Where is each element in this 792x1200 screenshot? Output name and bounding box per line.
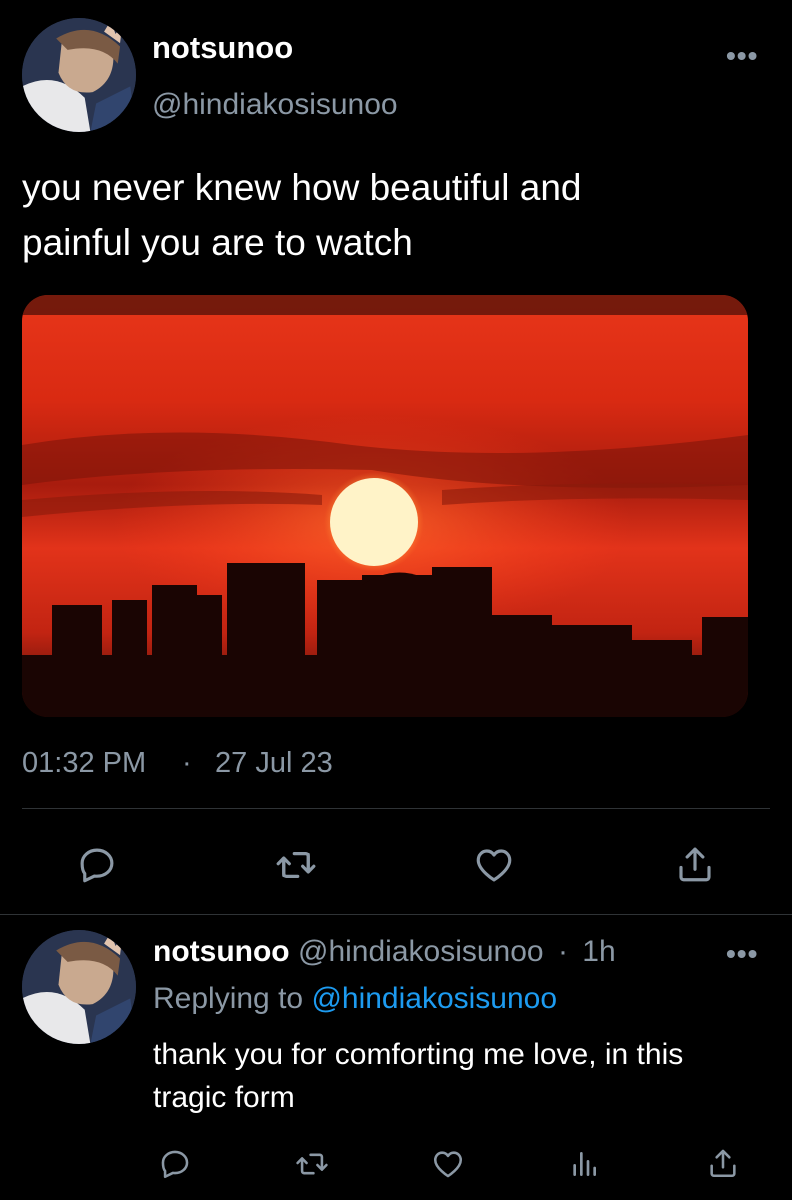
replying-to-label: Replying to: [153, 982, 304, 1015]
replying-to-handle-link[interactable]: @hindiakosisunoo: [311, 982, 557, 1015]
heart-icon: [476, 849, 512, 882]
reply-button[interactable]: [74, 842, 120, 888]
share-button[interactable]: [672, 840, 718, 888]
retweet-icon: [296, 1153, 328, 1175]
tweet-time[interactable]: 01:32 PM: [22, 747, 146, 780]
tweet-media-image[interactable]: [22, 295, 748, 717]
reply-text-line-2: tragic form: [153, 1081, 295, 1114]
reply-icon: [80, 848, 114, 883]
replying-to-line: Replying to @hindiakosisunoo: [153, 982, 557, 1016]
tweet-date[interactable]: 27 Jul 23: [215, 747, 333, 780]
reply-analytics-button[interactable]: [565, 1145, 603, 1183]
reply-reply-button[interactable]: [155, 1145, 195, 1183]
reply-author-avatar[interactable]: [22, 930, 136, 1044]
retweet-icon: [276, 852, 316, 878]
reply-retweet-button[interactable]: [290, 1145, 334, 1183]
tweet-text-line-2: painful you are to watch: [22, 222, 413, 263]
reply-header: notsunoo @hindiakosisunoo · 1h: [153, 935, 616, 969]
analytics-icon: [573, 1152, 596, 1176]
divider-top: [22, 808, 770, 809]
reply-icon: [161, 1150, 189, 1179]
tweet-text-line-1: you never knew how beautiful and: [22, 167, 582, 208]
reply-share-button[interactable]: [703, 1143, 743, 1183]
reply-avatar-image: [22, 930, 136, 1044]
timestamp-separator: ·: [182, 747, 192, 779]
reply-author-handle[interactable]: @hindiakosisunoo: [298, 935, 544, 968]
author-handle[interactable]: @hindiakosisunoo: [152, 88, 398, 122]
heart-icon: [433, 1151, 463, 1178]
sunset-image: [22, 295, 748, 717]
reply-author-name[interactable]: notsunoo: [153, 935, 290, 968]
retweet-button[interactable]: [270, 842, 322, 888]
reply-text-line-1: thank you for comforting me love, in thi…: [153, 1038, 684, 1071]
reply-more-options-button[interactable]: •••: [726, 938, 758, 970]
reply-age[interactable]: 1h: [582, 935, 615, 968]
divider-bottom: [0, 914, 792, 915]
like-button[interactable]: [470, 842, 518, 888]
avatar-image: [22, 18, 136, 132]
reply-like-button[interactable]: [428, 1145, 468, 1183]
share-icon: [710, 1149, 736, 1178]
more-options-button[interactable]: •••: [726, 40, 758, 72]
reply-separator: ·: [557, 935, 568, 968]
share-icon: [679, 847, 711, 882]
author-avatar[interactable]: [22, 18, 136, 132]
author-name[interactable]: notsunoo: [152, 30, 293, 66]
